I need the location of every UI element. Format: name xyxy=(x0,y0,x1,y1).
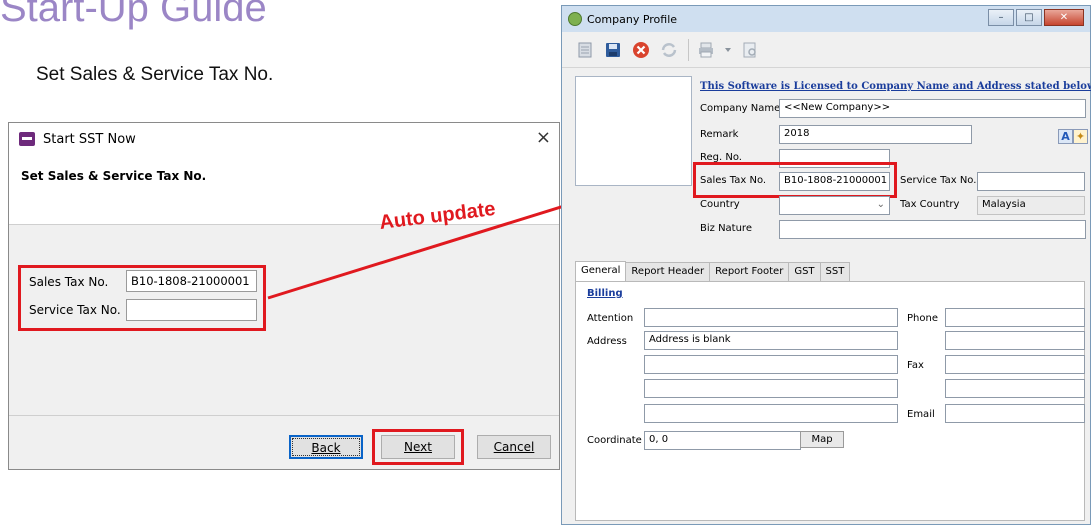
chevron-down-icon[interactable] xyxy=(723,39,733,61)
fax-input-2[interactable] xyxy=(945,379,1085,398)
preview-icon[interactable] xyxy=(739,39,761,61)
sst-dialog-title: Start SST Now xyxy=(43,131,136,147)
chevron-down-icon: ⌄ xyxy=(876,199,885,210)
remark-input[interactable]: 2018 xyxy=(779,125,972,144)
delete-icon[interactable] xyxy=(630,39,652,61)
print-icon[interactable] xyxy=(695,39,717,61)
app-icon xyxy=(19,132,35,146)
fax-input[interactable] xyxy=(945,355,1085,374)
toolbar-separator xyxy=(688,38,689,61)
cancel-button[interactable]: Cancel xyxy=(477,435,551,459)
country-label: Country xyxy=(700,199,740,210)
biz-nature-label: Biz Nature xyxy=(700,223,752,234)
cp-toolbar xyxy=(562,32,1090,68)
tab-sst[interactable]: SST xyxy=(819,262,851,282)
cp-window-title: Company Profile xyxy=(587,12,678,26)
attention-label: Attention xyxy=(587,313,634,324)
reg-no-label: Reg. No. xyxy=(700,152,742,163)
sst-titlebar: Start SST Now × xyxy=(9,123,559,155)
document-icon[interactable] xyxy=(574,39,596,61)
license-notice: This Software is Licensed to Company Nam… xyxy=(700,81,1091,92)
window-controls: – □ ✕ xyxy=(986,9,1084,26)
country-select[interactable]: ⌄ xyxy=(779,196,890,215)
back-button[interactable]: Back xyxy=(289,435,363,459)
address-line-2[interactable] xyxy=(644,355,898,374)
app-icon xyxy=(568,12,582,26)
remark-label: Remark xyxy=(700,129,739,140)
footer-divider xyxy=(9,415,559,416)
email-label: Email xyxy=(907,409,935,420)
phone-label: Phone xyxy=(907,313,938,324)
sales-tax-label: Sales Tax No. xyxy=(700,175,767,186)
sales-tax-input[interactable] xyxy=(126,270,257,292)
font-buttons: A ✦ xyxy=(1058,129,1088,144)
close-icon[interactable]: × xyxy=(536,127,551,148)
tab-report-footer[interactable]: Report Footer xyxy=(709,262,790,282)
phone-input-2[interactable] xyxy=(945,331,1085,350)
company-logo-box[interactable] xyxy=(575,76,692,186)
phone-input[interactable] xyxy=(945,308,1085,327)
font-color-icon[interactable]: A xyxy=(1058,129,1073,144)
tab-report-header[interactable]: Report Header xyxy=(625,262,711,282)
cp-titlebar: Company Profile – □ ✕ xyxy=(562,6,1090,32)
service-tax-label: Service Tax No. xyxy=(29,303,121,317)
attention-input[interactable] xyxy=(644,308,898,327)
fax-label: Fax xyxy=(907,360,924,371)
coordinate-input[interactable]: 0, 0 xyxy=(644,431,801,450)
service-tax-input[interactable] xyxy=(977,172,1085,191)
service-tax-input[interactable] xyxy=(126,299,257,321)
sales-tax-input[interactable]: B10-1808-21000001 xyxy=(779,172,890,191)
service-tax-label: Service Tax No. xyxy=(900,175,977,186)
company-name-input[interactable]: <<New Company>> xyxy=(779,99,1086,118)
sales-tax-label: Sales Tax No. xyxy=(29,275,109,289)
billing-link[interactable]: Billing xyxy=(587,288,623,299)
minimize-button[interactable]: – xyxy=(988,9,1014,26)
tax-country-label: Tax Country xyxy=(900,199,960,210)
map-button[interactable]: Map xyxy=(800,431,844,448)
tab-gst[interactable]: GST xyxy=(788,262,821,282)
tax-country-field: Malaysia xyxy=(977,196,1085,215)
email-input[interactable] xyxy=(945,404,1085,423)
slide-title: Start-Up Guide xyxy=(0,0,267,30)
maximize-button[interactable]: □ xyxy=(1016,9,1042,26)
company-name-label: Company Name xyxy=(700,103,781,114)
address-line-3[interactable] xyxy=(644,379,898,398)
company-profile-window: Company Profile – □ ✕ This Software is L… xyxy=(561,5,1091,525)
font-style-icon[interactable]: ✦ xyxy=(1073,129,1088,144)
close-button[interactable]: ✕ xyxy=(1044,9,1084,26)
biz-nature-input[interactable] xyxy=(779,220,1086,239)
address-line-1[interactable]: Address is blank xyxy=(644,331,898,350)
refresh-icon[interactable] xyxy=(658,39,680,61)
coordinate-label: Coordinate xyxy=(587,435,642,446)
tab-general[interactable]: General xyxy=(575,261,627,281)
reg-no-input[interactable] xyxy=(779,149,890,168)
next-button[interactable]: Next xyxy=(381,435,455,459)
profile-tabs: General Report Header Report Footer GST … xyxy=(575,261,851,282)
start-sst-dialog: Start SST Now × Set Sales & Service Tax … xyxy=(8,122,560,470)
address-line-4[interactable] xyxy=(644,404,898,423)
address-label: Address xyxy=(587,336,627,347)
slide-subtitle: Set Sales & Service Tax No. xyxy=(36,64,274,85)
save-icon[interactable] xyxy=(602,39,624,61)
